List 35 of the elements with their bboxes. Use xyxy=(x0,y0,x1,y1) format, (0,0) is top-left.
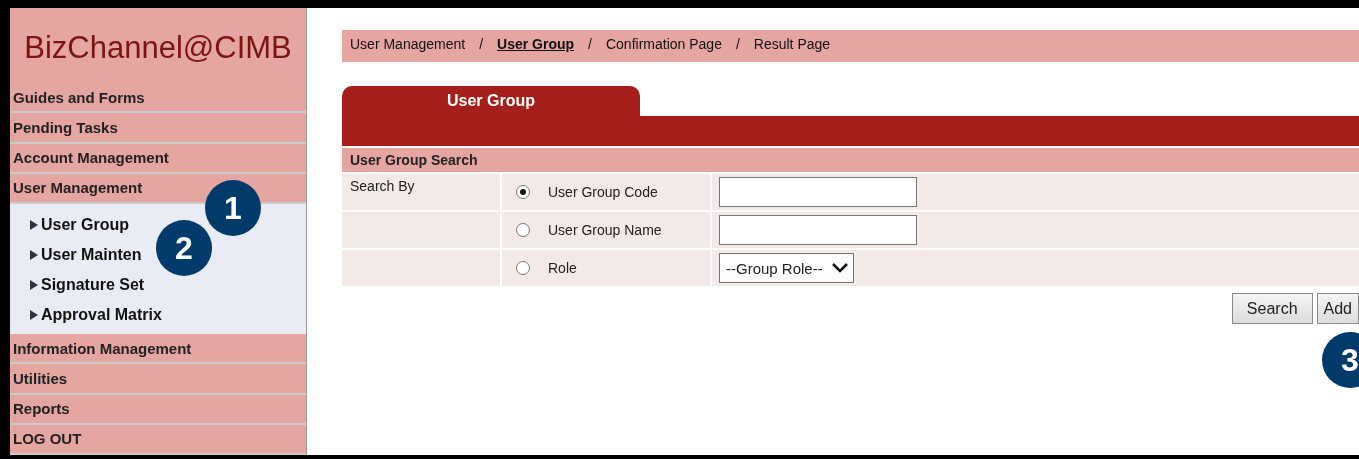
logo: BizChannel@CIMB xyxy=(10,8,306,83)
triangle-icon xyxy=(30,280,38,290)
chevron-icon xyxy=(830,262,849,274)
breadcrumb-item[interactable]: Result Page xyxy=(753,36,831,52)
option-label: User Group Code xyxy=(548,184,658,200)
add-button[interactable]: Add xyxy=(1316,293,1359,324)
submenu-item[interactable]: Approval Matrix xyxy=(41,306,162,324)
submenu-item[interactable]: User Mainten xyxy=(41,246,142,264)
option-label: Role xyxy=(548,260,577,276)
callout-badge: 3 xyxy=(1322,332,1359,388)
panel-title: User Group Search xyxy=(342,148,1359,172)
option-label: User Group Name xyxy=(548,222,662,238)
search-button[interactable]: Search xyxy=(1231,293,1313,324)
radio-button[interactable] xyxy=(516,261,530,275)
input-field[interactable] xyxy=(719,215,917,245)
field-label: Search By xyxy=(350,178,415,194)
radio-button[interactable] xyxy=(516,185,530,199)
breadcrumb-item[interactable]: User Management xyxy=(350,36,466,52)
menu-item[interactable]: Utilities xyxy=(13,369,68,387)
submenu-item[interactable]: User Group xyxy=(41,216,129,234)
input-field[interactable] xyxy=(719,177,917,207)
menu-item[interactable]: Reports xyxy=(13,400,70,418)
triangle-icon xyxy=(30,220,38,230)
menu-item[interactable]: LOG OUT xyxy=(13,430,82,448)
role-dropdown[interactable]: --Group Role-- xyxy=(719,253,854,283)
breadcrumb-item[interactable]: User Group xyxy=(497,36,575,52)
radio-button[interactable] xyxy=(516,223,530,237)
triangle-icon xyxy=(30,310,38,320)
tab[interactable]: User Group xyxy=(342,86,640,116)
submenu-item[interactable]: Signature Set xyxy=(41,276,145,294)
breadcrumb-item[interactable]: Confirmation Page xyxy=(605,36,722,52)
breadcrumb-separator: / xyxy=(735,36,740,52)
breadcrumb-separator: / xyxy=(479,36,484,52)
triangle-icon xyxy=(30,250,38,260)
breadcrumb-separator: / xyxy=(588,36,592,52)
